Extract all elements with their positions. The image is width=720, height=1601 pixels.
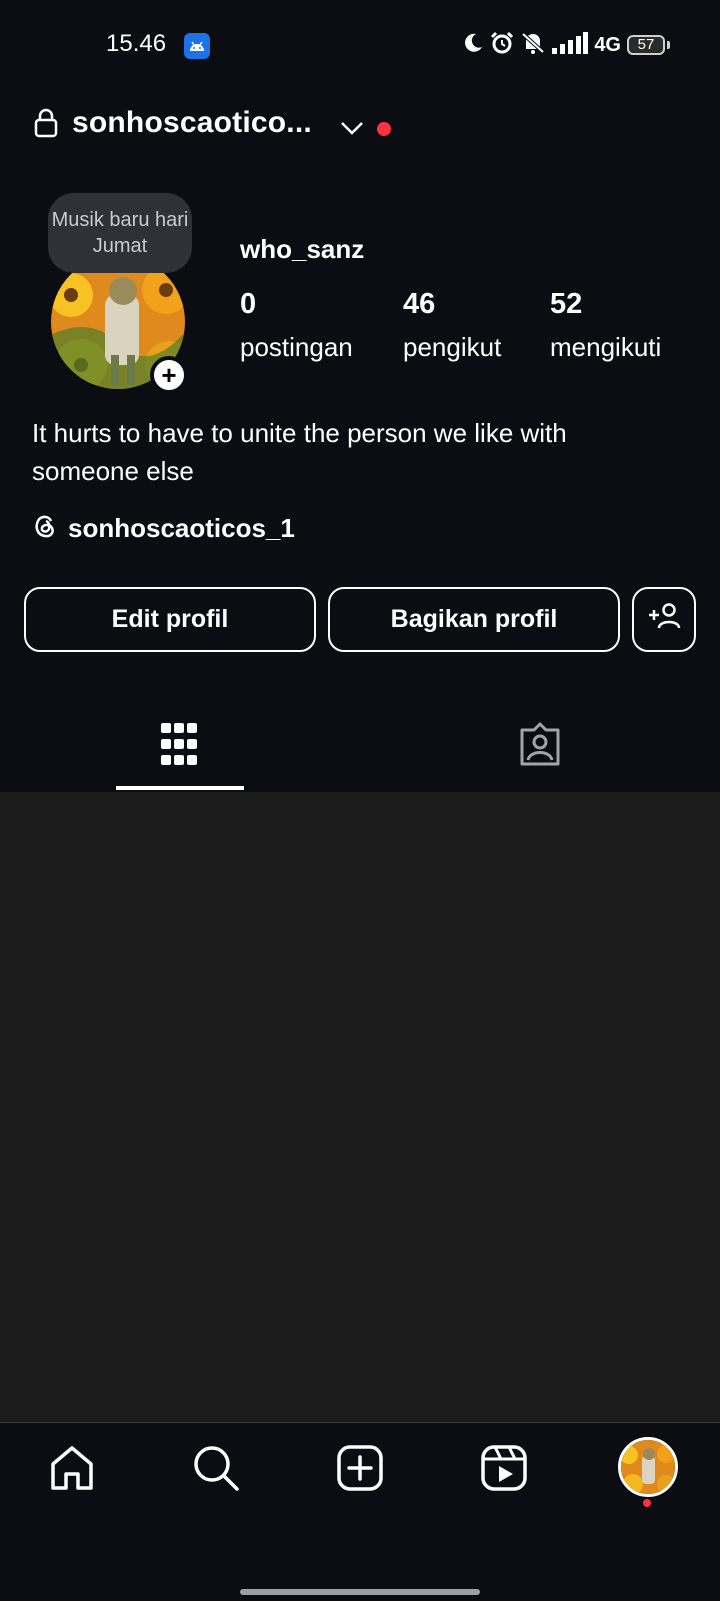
battery-icon: 57	[627, 35, 665, 55]
vibrate-off-icon	[520, 31, 546, 60]
add-person-icon	[647, 602, 681, 637]
profile-notification-dot	[643, 1499, 651, 1507]
posts-label[interactable]: postingan	[240, 332, 353, 363]
grid-icon[interactable]	[160, 722, 198, 771]
home-indicator[interactable]	[240, 1589, 480, 1595]
create-icon[interactable]	[336, 1444, 384, 1497]
profile-note-bubble[interactable]: Musik baru hari Jumat	[48, 193, 192, 273]
network-type: 4G	[594, 33, 621, 56]
posts-grid-empty	[0, 792, 720, 1422]
battery-tip	[667, 41, 670, 49]
edit-profile-button[interactable]: Edit profil	[24, 587, 316, 652]
threads-link[interactable]: sonhoscaoticos_1	[32, 512, 295, 545]
followers-count[interactable]: 46	[403, 288, 435, 321]
share-profile-button[interactable]: Bagikan profil	[328, 587, 620, 652]
search-icon[interactable]	[192, 1444, 240, 1497]
account-switcher-username[interactable]: sonhoscaotico...	[72, 106, 312, 140]
status-time: 15.46	[106, 30, 167, 57]
profile-bio: It hurts to have to unite the person we …	[32, 418, 567, 486]
moon-icon	[462, 32, 484, 59]
android-app-icon	[184, 33, 210, 59]
tagged-icon[interactable]	[518, 722, 562, 771]
followers-label[interactable]: pengikut	[403, 332, 501, 363]
alarm-icon	[490, 31, 514, 60]
following-count[interactable]: 52	[550, 288, 582, 321]
notification-dot	[377, 122, 391, 136]
lock-icon	[34, 108, 58, 143]
add-story-button[interactable]: +	[150, 356, 188, 394]
threads-handle[interactable]: sonhoscaoticos_1	[68, 513, 295, 544]
posts-count[interactable]: 0	[240, 288, 256, 321]
home-icon[interactable]	[48, 1444, 96, 1497]
display-name: who_sanz	[240, 234, 365, 264]
chevron-down-icon[interactable]	[340, 120, 364, 141]
active-tab-indicator	[116, 786, 244, 790]
add-person-button[interactable]	[632, 587, 696, 652]
signal-icon	[552, 31, 589, 59]
reels-icon[interactable]	[480, 1444, 528, 1497]
threads-icon	[32, 512, 58, 545]
status-icons: 4G 57	[462, 30, 670, 60]
profile-tab-avatar[interactable]	[618, 1437, 678, 1497]
following-label[interactable]: mengikuti	[550, 332, 661, 363]
